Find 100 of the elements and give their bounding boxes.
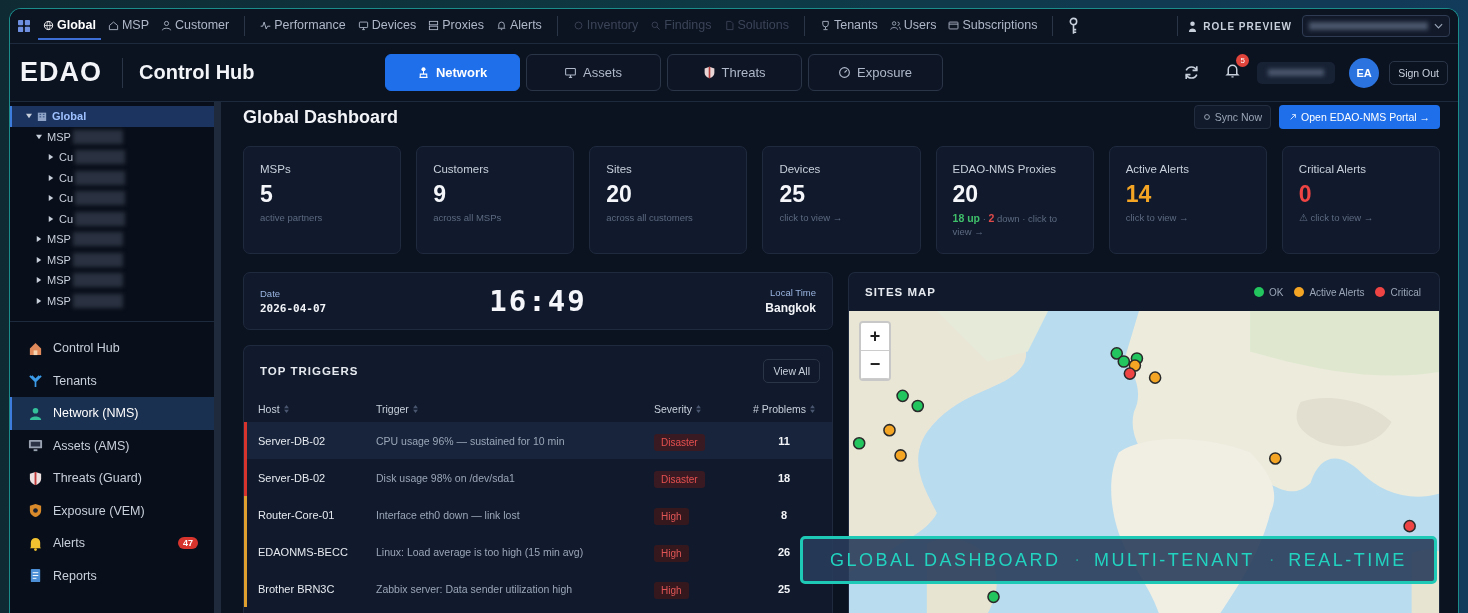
host-cell-text: Router-Core-01: [258, 508, 336, 521]
stat-card[interactable]: Customers 9 across all MSPs: [416, 146, 575, 254]
stat-card[interactable]: Devices 25 click to view →: [762, 146, 921, 254]
stat-card[interactable]: Critical Alerts 0 ⚠ click to view →: [1281, 146, 1440, 254]
nav-link[interactable]: Users: [884, 12, 942, 40]
expand-arrow-icon[interactable]: [36, 297, 42, 304]
problems-cell-text: 11: [777, 434, 791, 447]
time-zone-label: Local Time: [770, 287, 816, 298]
nav-link[interactable]: MSP: [102, 12, 154, 40]
stat-value: 9: [433, 181, 447, 208]
expand-arrow-icon[interactable]: [48, 174, 54, 181]
apps-grid-icon[interactable]: [18, 20, 30, 32]
module-tab[interactable]: Assets: [525, 54, 661, 91]
tree-item[interactable]: Cu: [10, 167, 214, 188]
sidebar-item[interactable]: Control Hub: [10, 332, 214, 365]
module-tab[interactable]: Network: [384, 54, 520, 91]
legend-label: Active Alerts: [1309, 286, 1365, 298]
host-cell-text: Brother BRN3C: [258, 582, 336, 595]
nav-link[interactable]: Global: [38, 12, 101, 40]
expand-arrow-icon[interactable]: [36, 256, 42, 263]
module-tab[interactable]: Threats: [666, 54, 802, 91]
user-avatar[interactable]: EA: [1349, 57, 1380, 88]
trigger-row[interactable]: Server-DB-02 CPU usage 96% — sustained for 10 min Disaster 11: [244, 422, 832, 459]
sort-icon: [810, 405, 816, 413]
expand-arrow-icon[interactable]: [48, 215, 54, 222]
time-zone-value: Bangkok: [765, 301, 816, 315]
expand-arrow-icon[interactable]: [48, 195, 54, 202]
tree-item[interactable]: Global: [10, 106, 214, 127]
caption-text: REAL-TIME: [1288, 549, 1407, 571]
problems-cell-text: 25: [776, 582, 792, 595]
stat-card[interactable]: EDAO-NMS Proxies 20 18 up · 2 down · click to view →: [935, 146, 1094, 254]
zoom-out-button[interactable]: −: [861, 351, 889, 379]
tree-item[interactable]: Cu: [10, 208, 214, 229]
person-icon: [1188, 20, 1198, 32]
column-header[interactable]: # Problems: [746, 403, 822, 415]
view-all-button[interactable]: View All: [763, 359, 820, 383]
trigger-row[interactable]: Server-DB-02 Disk usage 98% on /dev/sda1 Disaster 18: [244, 459, 832, 496]
redacted-name: [72, 273, 123, 288]
nav-link[interactable]: Proxies: [423, 12, 489, 40]
tree-item[interactable]: MSP: [10, 229, 214, 250]
document-icon: [28, 568, 43, 584]
tree-item[interactable]: MSP: [10, 126, 214, 147]
sign-out-button[interactable]: Sign Out: [1389, 60, 1448, 85]
tree-item[interactable]: Cu: [10, 188, 214, 209]
sidebar-item[interactable]: Threats (Guard): [10, 462, 214, 495]
pulse-icon: [260, 19, 272, 31]
stat-label: Critical Alerts: [1298, 163, 1367, 175]
monitor-icon: [357, 19, 369, 31]
expand-arrow-icon[interactable]: [36, 277, 42, 284]
building-icon: [37, 111, 47, 122]
key-icon[interactable]: [1069, 17, 1079, 35]
sidebar-item[interactable]: Alerts 47: [10, 527, 214, 560]
refresh-icon[interactable]: [1183, 64, 1201, 81]
expand-arrow-icon[interactable]: [36, 133, 42, 140]
trigger-row[interactable]: Router-Core-01 Interface eth0 down — link lost High 8: [244, 496, 832, 533]
module-tab[interactable]: Exposure: [807, 54, 943, 91]
trigger-cell-text: Disk usage 98% on /dev/sda1: [376, 471, 516, 484]
column-header[interactable]: Severity: [654, 403, 746, 415]
scrollbar[interactable]: [214, 102, 221, 613]
nav-link[interactable]: Performance: [255, 12, 351, 40]
expand-arrow-icon[interactable]: [36, 236, 42, 243]
trigger-cell-text: Linux: Load average is too high (15 min avg): [376, 545, 585, 558]
stat-card[interactable]: Sites 20 across all customers: [589, 146, 748, 254]
expand-arrow-icon[interactable]: [48, 154, 54, 161]
nav-link[interactable]: Tenants: [814, 12, 883, 40]
chevron-down-icon[interactable]: [1434, 23, 1443, 29]
expand-arrow-icon[interactable]: [26, 113, 32, 120]
circle-icon: [572, 19, 584, 31]
tree-item[interactable]: Cu: [10, 147, 214, 168]
notifications-icon[interactable]: [1224, 62, 1242, 79]
caption-text: GLOBAL DASHBOARD: [830, 549, 1061, 571]
sidebar-item[interactable]: Network (NMS): [10, 397, 214, 430]
sync-now-button[interactable]: Sync Now: [1193, 105, 1272, 129]
open-portal-button[interactable]: Open EDAO-NMS Portal →: [1279, 105, 1440, 129]
caption-text: MULTI-TENANT: [1094, 549, 1255, 571]
nav-link[interactable]: Customer: [156, 12, 235, 40]
trigger-cell-text: Interface eth0 down — link lost: [376, 508, 521, 521]
tree-item[interactable]: MSP: [10, 249, 214, 270]
stat-value: 14: [1125, 181, 1153, 208]
role-preview-label: ROLE PREVIEW: [1203, 20, 1292, 32]
tree-item[interactable]: MSP: [10, 270, 214, 291]
sidebar-item[interactable]: Assets (AMS): [10, 429, 214, 462]
sidebar-item[interactable]: Reports: [10, 559, 214, 592]
redacted-name: [72, 252, 123, 267]
person-icon: [161, 19, 172, 31]
sidebar-item[interactable]: Tenants: [10, 364, 214, 397]
tree-item[interactable]: MSP: [10, 290, 214, 311]
column-header[interactable]: Trigger: [376, 403, 654, 415]
column-header[interactable]: Host: [258, 403, 376, 415]
redacted-name: [75, 170, 126, 185]
stat-card[interactable]: MSPs 5 active partners: [243, 146, 402, 254]
zoom-in-button[interactable]: +: [861, 323, 889, 351]
nav-link[interactable]: Alerts: [490, 12, 547, 40]
nav-link[interactable]: Devices: [352, 12, 422, 40]
sidebar-item[interactable]: Exposure (VEM): [10, 494, 214, 527]
stat-value: 20: [606, 181, 633, 208]
stat-card[interactable]: Active Alerts 14 click to view →: [1108, 146, 1267, 254]
nav-link[interactable]: Subscriptions: [943, 12, 1043, 40]
redacted-name: [75, 211, 126, 226]
search-icon: [650, 19, 662, 31]
